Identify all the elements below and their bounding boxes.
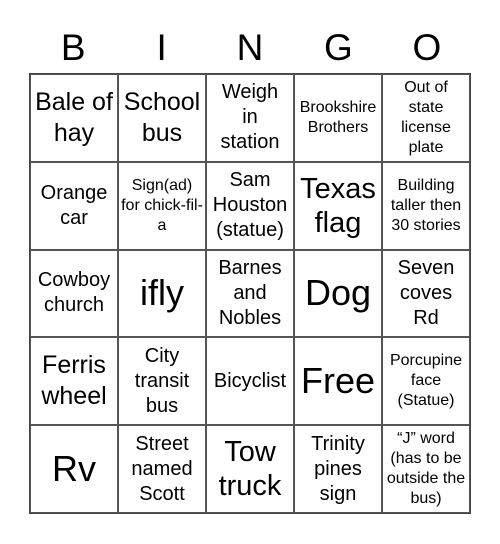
cell-text: City transit bus [134, 344, 190, 417]
cell-text: Porcupine face (Statue) [389, 352, 463, 410]
bingo-cell[interactable]: Porcupine face (Statue) [382, 337, 470, 426]
cell-text: Sam Houston (statue) [212, 169, 288, 242]
cell-text: Street named Scott [131, 432, 193, 505]
bingo-cell[interactable]: Tow truck [206, 425, 294, 513]
bingo-cell[interactable]: Orange car [30, 161, 118, 250]
cell-text: Texas flag [300, 172, 376, 239]
header-letter-i: I [156, 27, 167, 68]
bingo-cell[interactable]: Bale of hay [30, 74, 118, 162]
cell-text: Weigh in station [220, 81, 280, 154]
bingo-cell[interactable]: “J” word (has to be outside the bus) [382, 425, 470, 513]
cell-text: School bus [123, 87, 201, 147]
bingo-cell[interactable]: Trinity pines sign [294, 425, 382, 513]
bingo-grid: Bale of hay School bus Weigh in station … [29, 73, 471, 514]
cell-text: Out of state license plate [401, 78, 451, 156]
bingo-cell[interactable]: Dog [294, 249, 382, 338]
cell-text: Rv [52, 448, 96, 490]
bingo-cell[interactable]: Out of state license plate [382, 74, 470, 162]
bingo-cell[interactable]: Rv [30, 425, 118, 513]
cell-text: Barnes and Nobles [218, 256, 282, 329]
cell-text: “J” word (has to be outside the bus) [386, 430, 466, 508]
cell-text: Ferris wheel [41, 351, 107, 411]
header-letter-g: G [324, 27, 353, 68]
cell-text: Orange car [40, 181, 108, 229]
bingo-cell[interactable]: School bus [118, 74, 206, 162]
bingo-cell[interactable]: Building taller then 30 stories [382, 161, 470, 250]
bingo-cell[interactable]: Sign(ad) for chick-fil-a [118, 161, 206, 250]
header-letter-n: N [236, 27, 264, 68]
cell-text: Building taller then 30 stories [390, 176, 462, 234]
cell-text: Dog [304, 272, 372, 314]
bingo-cell[interactable]: Texas flag [294, 161, 382, 250]
bingo-cell[interactable]: Seven coves Rd [382, 249, 470, 338]
bingo-cell[interactable]: ifly [118, 249, 206, 338]
bingo-cell-free[interactable]: Free [294, 337, 382, 426]
bingo-cell[interactable]: Ferris wheel [30, 337, 118, 426]
cell-text: Brookshire Brothers [299, 98, 377, 136]
bingo-cell[interactable]: Street named Scott [118, 425, 206, 513]
bingo-cell[interactable]: Sam Houston (statue) [206, 161, 294, 250]
cell-text: Sign(ad) for chick-fil-a [121, 176, 203, 234]
cell-text: ifly [140, 272, 184, 314]
header-letter-b: B [60, 27, 86, 68]
bingo-cell[interactable]: Cowboy church [30, 249, 118, 338]
cell-text: Bale of hay [35, 87, 113, 147]
bingo-cell[interactable]: Barnes and Nobles [206, 249, 294, 338]
cell-text: Trinity pines sign [311, 432, 365, 505]
bingo-cell[interactable]: Bicyclist [206, 337, 294, 426]
bingo-cell[interactable]: City transit bus [118, 337, 206, 426]
bingo-cell[interactable]: Brookshire Brothers [294, 74, 382, 162]
cell-text: Cowboy church [37, 269, 111, 317]
cell-text: Free [300, 360, 376, 402]
cell-text: Tow truck [218, 436, 282, 503]
cell-text: Bicyclist [213, 369, 287, 392]
header-letter-o: O [412, 27, 442, 68]
bingo-cell[interactable]: Weigh in station [206, 74, 294, 162]
cell-text: Seven coves Rd [397, 256, 455, 329]
bingo-header: B I N G O [29, 26, 471, 70]
